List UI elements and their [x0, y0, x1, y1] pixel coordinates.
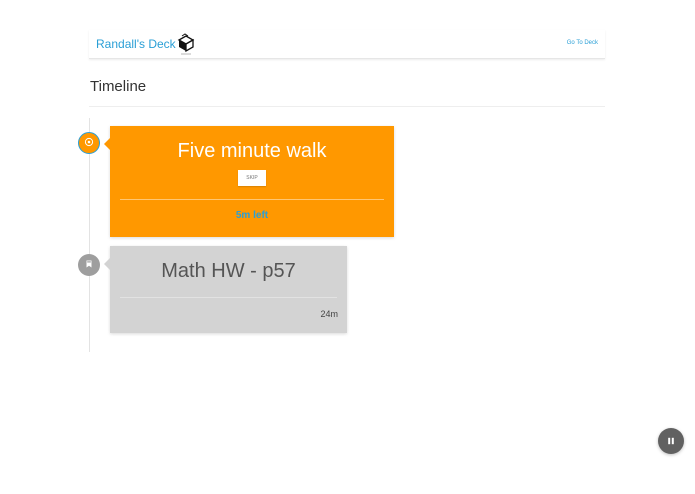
- timeline-card-pending[interactable]: Math HW - p57 24m: [104, 246, 347, 333]
- timeline-card-active[interactable]: Five minute walk SKIP 5m left: [104, 126, 394, 237]
- deck-header: Randall's Deck Go To Deck: [89, 30, 605, 59]
- timeline-node-active: [78, 132, 100, 154]
- pause-icon: [667, 432, 675, 450]
- deck-title-link[interactable]: Randall's Deck: [96, 37, 176, 51]
- deck-logo-icon: [175, 32, 197, 56]
- go-to-deck-link[interactable]: Go To Deck: [567, 40, 598, 46]
- skip-button[interactable]: SKIP: [238, 170, 266, 186]
- task-title: Math HW - p57: [161, 260, 296, 282]
- section-divider: [89, 106, 605, 107]
- task-duration: 24m: [320, 309, 338, 319]
- bookmark-icon: [84, 256, 94, 274]
- pause-button[interactable]: [658, 428, 684, 454]
- target-icon: [84, 134, 94, 152]
- card-divider: [120, 297, 337, 298]
- time-left: 5m left: [235, 210, 269, 221]
- card-divider: [120, 199, 384, 200]
- page-title: Timeline: [90, 78, 147, 95]
- timeline-node-pending: [78, 254, 100, 276]
- task-title: Five minute walk: [177, 140, 327, 162]
- page: Randall's Deck Go To Deck Timeline Five …: [0, 0, 695, 494]
